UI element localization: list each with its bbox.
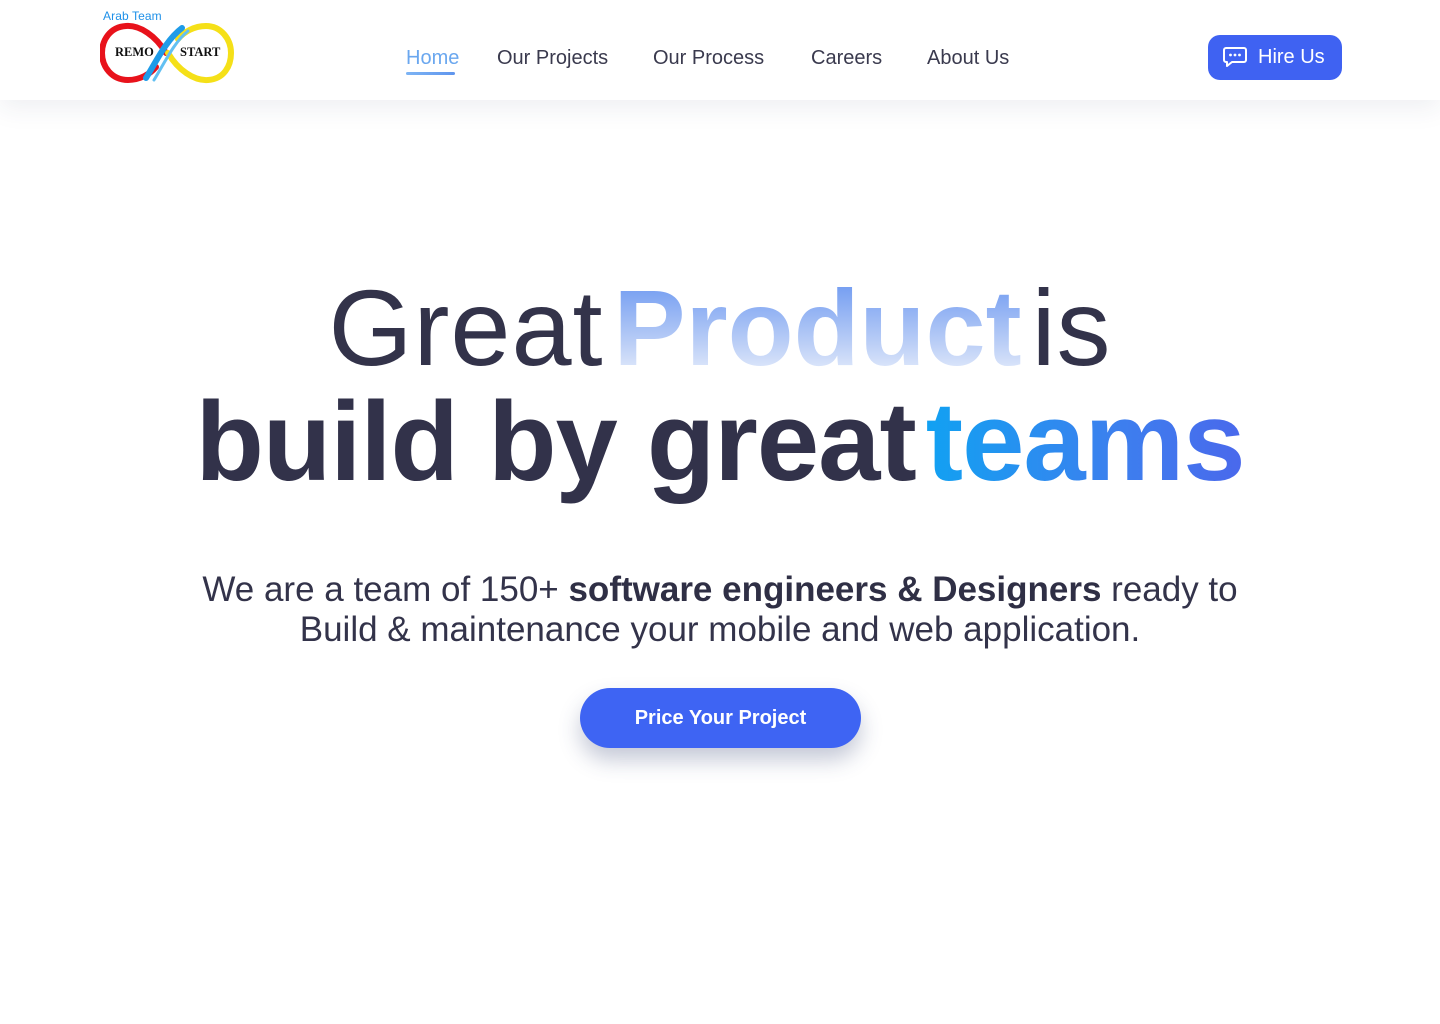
- nav-about-us[interactable]: About Us: [927, 47, 1009, 70]
- hero-headline-line1: GreatProductis: [0, 268, 1440, 388]
- nav-our-process[interactable]: Our Process: [653, 47, 764, 70]
- hero-word-is: is: [1031, 267, 1112, 388]
- price-your-project-button[interactable]: Price Your Project: [580, 688, 861, 748]
- hero-subtitle: We are a team of 150+ software engineers…: [0, 570, 1440, 650]
- hero-subtitle-part2: ready to: [1101, 570, 1238, 609]
- hero-subtitle-line2: Build & maintenance your mobile and web …: [299, 610, 1141, 649]
- hero-word-teams: teams: [916, 379, 1246, 504]
- nav-home[interactable]: Home: [406, 47, 459, 70]
- nav-our-projects[interactable]: Our Projects: [497, 47, 608, 70]
- brand-tagline: Arab Team: [103, 9, 162, 23]
- hero-subtitle-part1: We are a team of 150+: [202, 570, 569, 609]
- chat-bubble-icon: [1223, 47, 1247, 67]
- site-header: Arab Team REMO START Home Our Projects O…: [0, 0, 1440, 100]
- hire-us-label: Hire Us: [1258, 46, 1325, 68]
- hero-subtitle-bold: software engineers & Designers: [568, 570, 1102, 609]
- hero-word-product: Product: [604, 267, 1032, 388]
- hire-us-button[interactable]: Hire Us: [1208, 35, 1342, 80]
- hero-word-great: Great: [328, 267, 604, 388]
- hero-headline-line2: build by greatteams: [0, 380, 1440, 504]
- hero-phrase-build-by-great: build by great: [195, 379, 916, 504]
- nav-careers[interactable]: Careers: [811, 47, 882, 70]
- nav-active-indicator: [406, 72, 455, 75]
